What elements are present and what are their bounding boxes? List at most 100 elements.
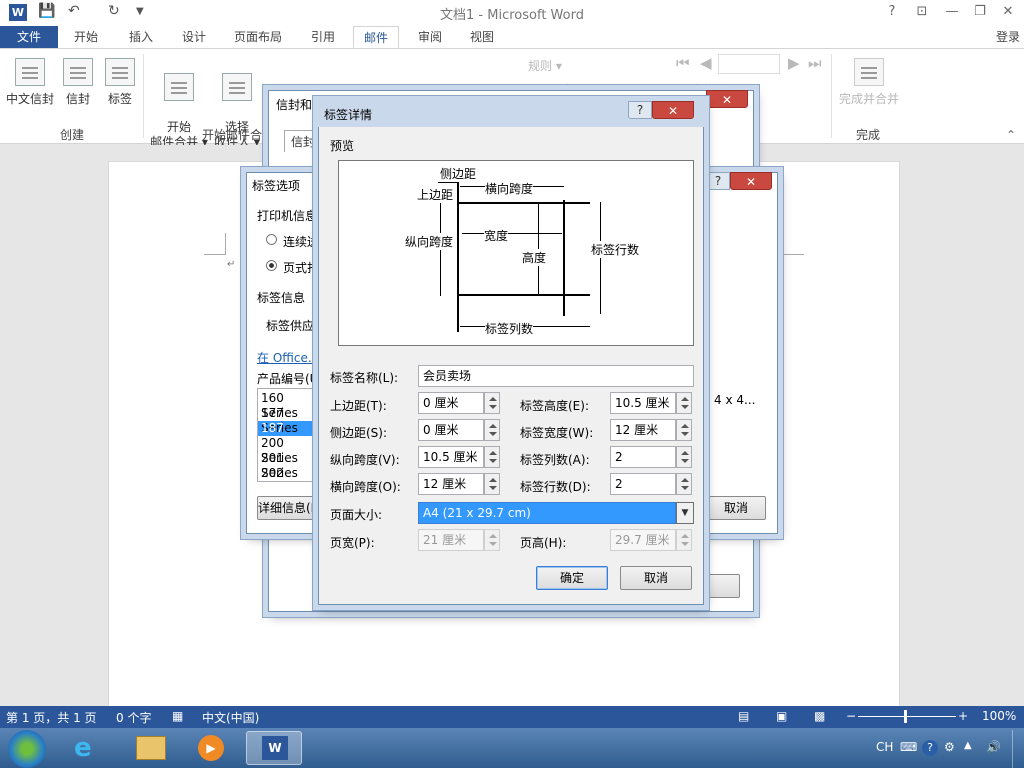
tab-mailings[interactable]: 邮件	[353, 26, 400, 48]
envelope-button[interactable]: 信封	[60, 58, 96, 107]
label-options-cancel-button[interactable]: 取消	[706, 496, 766, 520]
dimension-line	[600, 202, 601, 314]
page-height-spinner[interactable]	[676, 529, 692, 551]
side-margin-spinner[interactable]	[484, 419, 500, 441]
rows-label: 标签行数(D):	[520, 480, 591, 494]
proofing-icon[interactable]: ▦	[172, 709, 183, 723]
tab-view[interactable]: 视图	[460, 26, 504, 48]
vertical-pitch-input[interactable]: 10.5 厘米	[418, 446, 484, 468]
tab-references[interactable]: 引用	[301, 26, 345, 48]
label-height-input[interactable]: 10.5 厘米	[610, 392, 676, 414]
word-count[interactable]: 0 个字	[116, 709, 151, 726]
help-button[interactable]: ?	[878, 2, 906, 22]
read-mode-icon[interactable]: ▤	[738, 709, 749, 723]
collapse-ribbon-icon[interactable]: ⌃	[1006, 128, 1016, 142]
customize-quick-access-icon[interactable]: ▼	[136, 6, 144, 17]
language-indicator[interactable]: 中文(中国)	[202, 709, 259, 726]
ok-button[interactable]: 确定	[536, 566, 608, 590]
columns-input[interactable]: 2	[610, 446, 676, 468]
redo-icon[interactable]: ↻	[108, 3, 120, 19]
last-record-icon[interactable]: ⏭	[808, 54, 822, 72]
horizontal-pitch-spinner[interactable]	[484, 473, 500, 495]
zoom-slider-handle[interactable]	[904, 710, 907, 723]
label-height-spinner[interactable]	[676, 392, 692, 414]
minimize-button[interactable]: —	[938, 2, 966, 22]
continuous-feed-radio[interactable]	[266, 234, 277, 245]
page-count[interactable]: 第 1 页，共 1 页	[6, 709, 97, 726]
file-explorer-icon[interactable]	[136, 736, 166, 760]
undo-icon[interactable]: ↶	[68, 3, 80, 19]
zoom-slider-track[interactable]	[858, 716, 956, 717]
first-record-icon[interactable]: ⏮	[676, 54, 690, 72]
close-button[interactable]: ✕	[994, 2, 1022, 22]
label-name-input[interactable]: 会员卖场	[418, 365, 694, 387]
show-desktop-button[interactable]	[1012, 730, 1024, 768]
rows-input[interactable]: 2	[610, 473, 676, 495]
show-hidden-icons[interactable]: ▲	[964, 740, 972, 751]
zoom-out-icon[interactable]: −	[846, 709, 856, 723]
zoom-in-icon[interactable]: +	[958, 709, 968, 723]
rows-spinner[interactable]	[676, 473, 692, 495]
sign-in-link[interactable]: 登录	[996, 26, 1020, 48]
page-size-dropdown-icon[interactable]: ▼	[676, 502, 694, 524]
keyboard-icon[interactable]: ⌨	[900, 740, 917, 754]
label-options-help-button[interactable]: ?	[706, 172, 730, 190]
columns-spinner[interactable]	[676, 446, 692, 468]
top-margin-input[interactable]: 0 厘米	[418, 392, 484, 414]
ribbon-display-button[interactable]: ⊡	[908, 2, 936, 22]
finish-merge-button[interactable]: 完成并合并	[838, 58, 900, 107]
page-height-input[interactable]: 29.7 厘米	[610, 529, 676, 551]
product-number-list[interactable]: 160 Series 177 Series 187 Series 200 Ser…	[257, 388, 319, 482]
page-width-spinner[interactable]	[484, 529, 500, 551]
next-record-icon[interactable]: ▶	[788, 54, 800, 72]
side-margin-input[interactable]: 0 厘米	[418, 419, 484, 441]
tab-insert[interactable]: 插入	[119, 26, 163, 48]
details-button[interactable]: 详细信息(D)...	[257, 496, 319, 520]
label-right-edge	[563, 200, 565, 316]
settings-tray-icon[interactable]: ⚙	[944, 740, 955, 754]
page-width-input[interactable]: 21 厘米	[418, 529, 484, 551]
tab-review[interactable]: 审阅	[408, 26, 452, 48]
zoom-level[interactable]: 100%	[982, 709, 1016, 723]
start-button-icon[interactable]	[8, 730, 46, 768]
envelopes-tab[interactable]: 信封	[284, 130, 323, 152]
tab-design[interactable]: 设计	[172, 26, 216, 48]
label-info-label: 标签信息	[257, 291, 306, 305]
finish-merge-icon	[854, 58, 884, 86]
page-printer-radio[interactable]	[266, 260, 277, 271]
print-layout-icon[interactable]: ▣	[776, 709, 787, 723]
restore-button[interactable]: ❐	[966, 2, 994, 22]
office-update-link[interactable]: 在 Office.com 上查找更新	[257, 349, 317, 366]
margin-marker	[782, 233, 804, 255]
web-layout-icon[interactable]: ▩	[814, 709, 825, 723]
label-options-close-button[interactable]: ✕	[730, 172, 772, 190]
list-item[interactable]: 160 Series	[258, 391, 318, 420]
margin-marker	[204, 233, 226, 255]
tab-layout[interactable]: 页面布局	[224, 26, 292, 48]
internet-explorer-icon[interactable]: e	[74, 733, 92, 763]
previous-record-icon[interactable]: ◀	[700, 54, 712, 72]
rules-button[interactable]: 规则 ▾	[528, 57, 562, 74]
cancel-button[interactable]: 取消	[620, 566, 692, 590]
help-tray-icon[interactable]: ?	[922, 740, 938, 756]
label-width-input[interactable]: 12 厘米	[610, 419, 676, 441]
vertical-pitch-spinner[interactable]	[484, 446, 500, 468]
tab-file[interactable]: 文件	[0, 26, 58, 48]
label-height-label: 标签高度(E):	[520, 399, 589, 413]
save-icon[interactable]: 💾	[38, 3, 55, 19]
page-size-select[interactable]: A4 (21 x 29.7 cm)	[418, 502, 676, 524]
top-margin-spinner[interactable]	[484, 392, 500, 414]
record-number-input[interactable]	[718, 54, 780, 74]
word-app-icon[interactable]: W	[9, 4, 27, 21]
volume-icon[interactable]: 🔊	[986, 740, 1001, 754]
label-details-help-button[interactable]: ?	[628, 101, 652, 119]
chinese-envelope-button[interactable]: 中文信封	[4, 58, 56, 107]
label-details-close-button[interactable]: ✕	[652, 101, 694, 119]
ime-indicator[interactable]: CH	[876, 740, 893, 754]
tab-home[interactable]: 开始	[64, 26, 108, 48]
label-width-spinner[interactable]	[676, 419, 692, 441]
envelopes-close-button[interactable]: ✕	[706, 90, 748, 108]
labels-button[interactable]: 标签	[102, 58, 138, 107]
horizontal-pitch-input[interactable]: 12 厘米	[418, 473, 484, 495]
media-player-icon[interactable]: ▶	[198, 735, 224, 761]
